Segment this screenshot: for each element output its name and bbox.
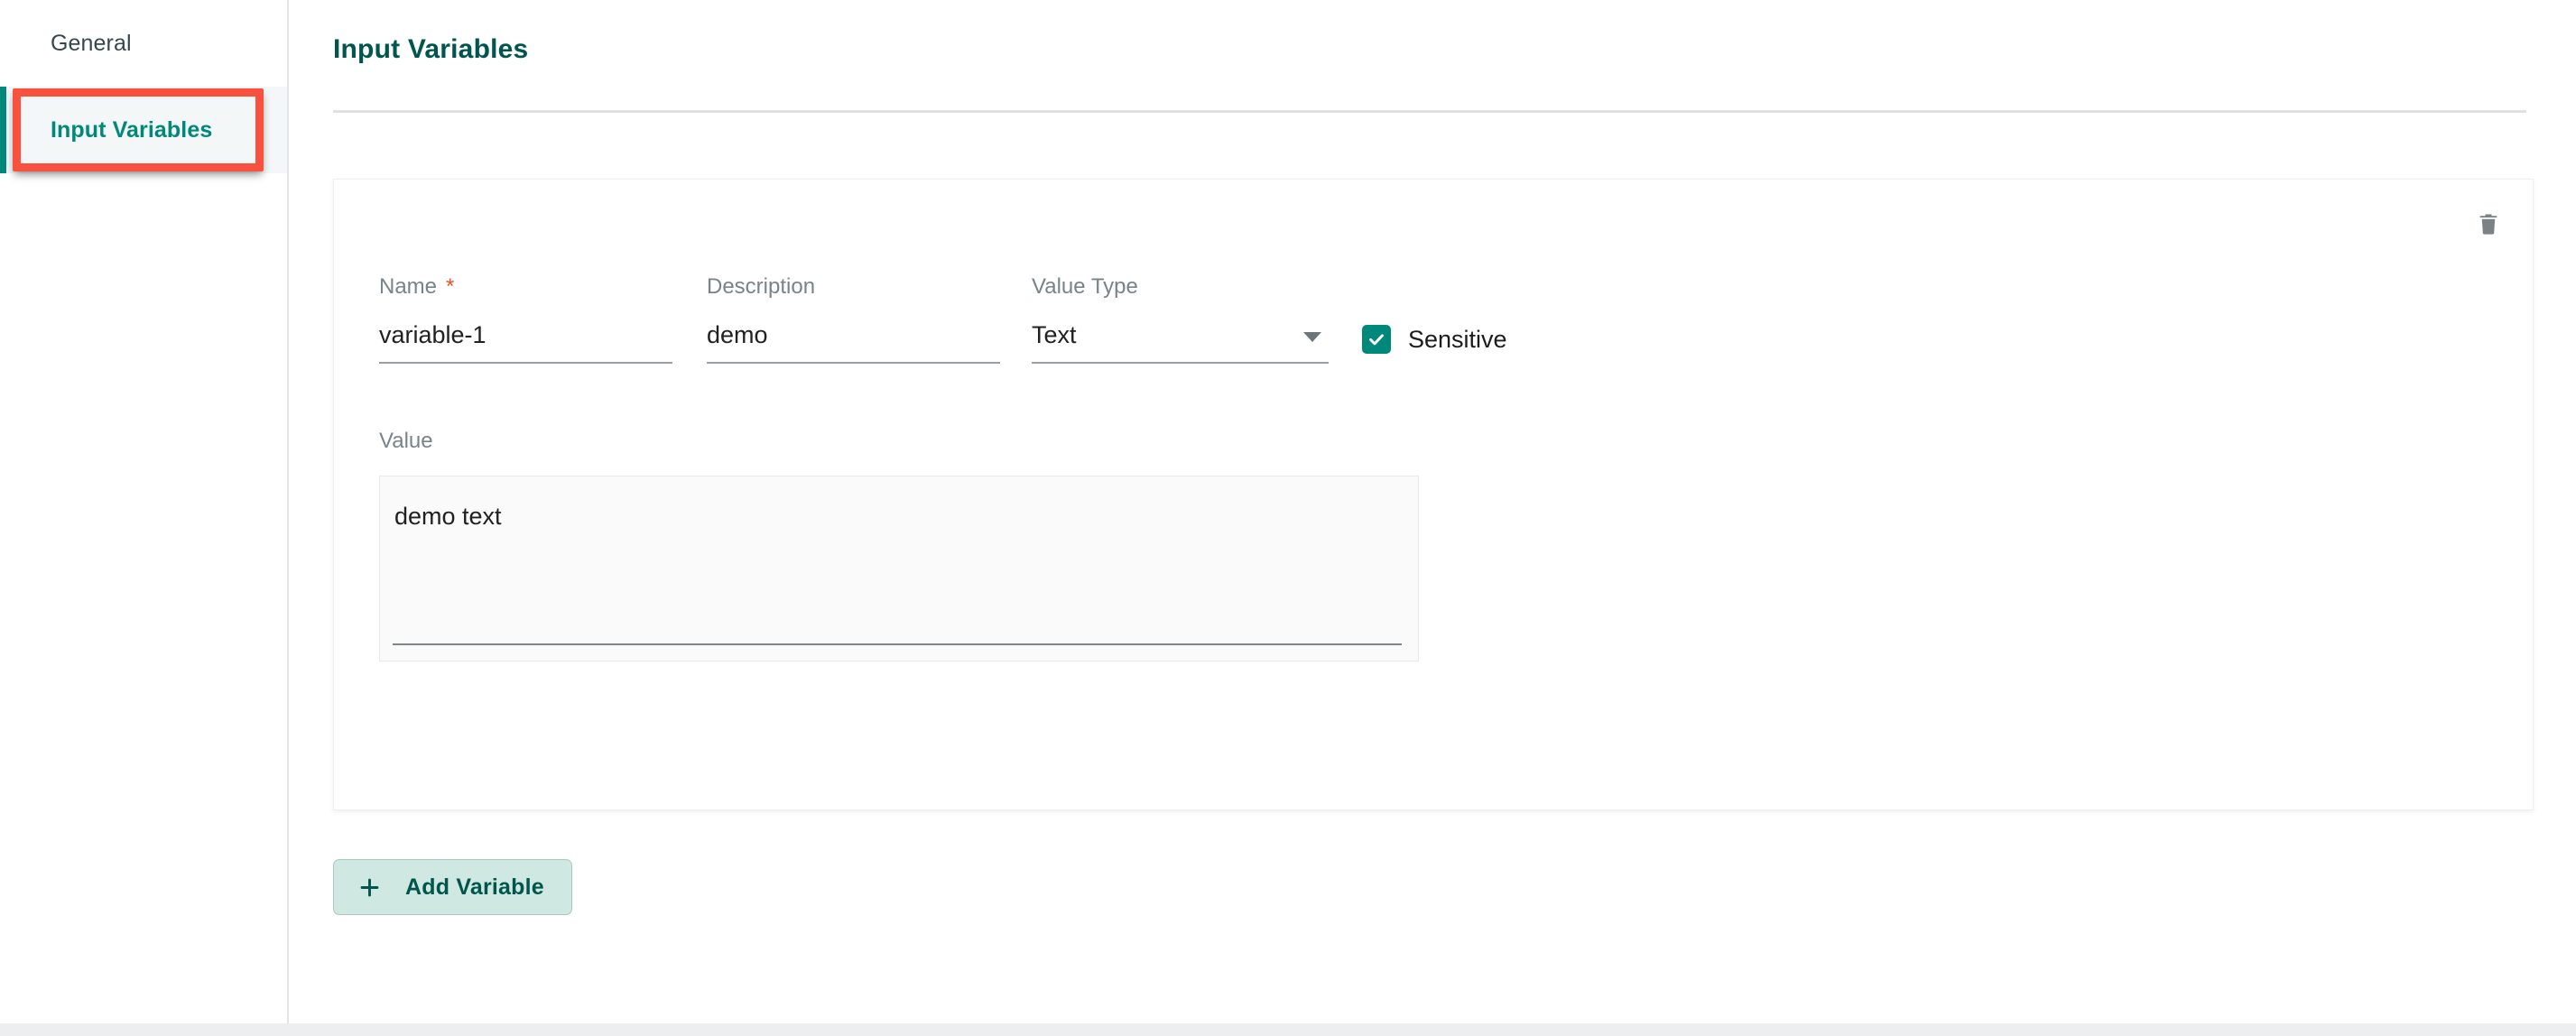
- sidebar-item-input-variables[interactable]: Input Variables: [0, 87, 287, 173]
- value-textarea[interactable]: [394, 501, 1396, 609]
- description-input[interactable]: [707, 321, 1000, 364]
- name-label-text: Name: [379, 274, 438, 299]
- sidebar-item-general[interactable]: General: [0, 0, 287, 87]
- settings-sidebar: General Input Variables: [0, 0, 289, 1023]
- name-input[interactable]: [379, 321, 672, 364]
- name-field-label: Name *: [379, 276, 672, 298]
- sidebar-item-label-input-variables: Input Variables: [51, 116, 213, 143]
- required-asterisk-icon: *: [446, 274, 455, 299]
- value-type-select[interactable]: [1032, 321, 1329, 364]
- value-underline: [393, 643, 1402, 645]
- name-field-group: Name *: [379, 276, 672, 364]
- variable-card: Name * Description Value Type: [333, 179, 2534, 810]
- trash-icon: [2479, 214, 2497, 235]
- check-icon: [1369, 334, 1384, 346]
- sensitive-checkbox-group[interactable]: Sensitive: [1362, 276, 1507, 354]
- description-field-label: Description: [707, 274, 816, 299]
- plus-icon: [360, 878, 379, 896]
- bottom-strip: [0, 1023, 2576, 1036]
- variable-field-row: Name * Description Value Type: [379, 276, 2491, 364]
- value-type-field-group: Value Type: [1032, 276, 1329, 364]
- value-textarea-box[interactable]: [379, 476, 1419, 661]
- value-field-label: Value: [379, 429, 433, 453]
- description-field-group: Description: [707, 276, 1000, 364]
- add-variable-label: Add Variable: [405, 874, 544, 900]
- sensitive-label: Sensitive: [1408, 325, 1507, 353]
- settings-page: General Input Variables Input Variables …: [0, 0, 2576, 1036]
- sidebar-item-label-general: General: [51, 30, 132, 56]
- add-variable-button[interactable]: Add Variable: [333, 859, 572, 915]
- page-title: Input Variables: [333, 34, 529, 64]
- sensitive-checkbox[interactable]: [1362, 325, 1391, 354]
- delete-variable-button[interactable]: [2464, 199, 2513, 248]
- main-content: Input Variables Name* Descrip: [289, 0, 2576, 1023]
- value-field-group: Value: [379, 430, 1419, 661]
- value-type-field-label: Value Type: [1032, 274, 1138, 299]
- title-divider: [333, 110, 2526, 113]
- value-type-select-wrap[interactable]: [1032, 321, 1329, 364]
